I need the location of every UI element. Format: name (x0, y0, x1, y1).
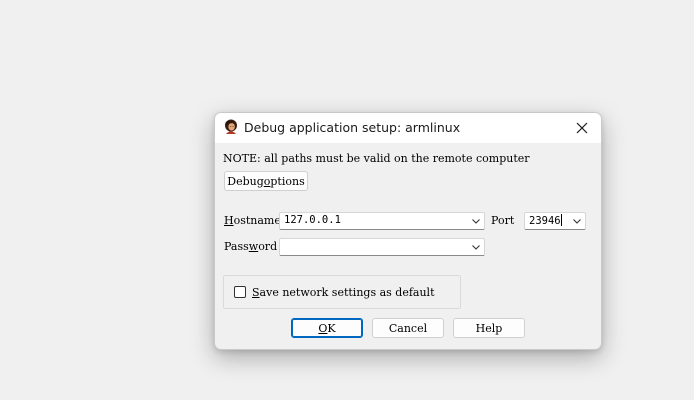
debug-options-mnemonic: o (263, 174, 271, 188)
cancel-button[interactable]: Cancel (372, 318, 444, 338)
title-bar[interactable]: Debug application setup: armlinux (215, 113, 601, 143)
debug-options-label-pre: Debug (227, 174, 264, 188)
help-button[interactable]: Help (453, 318, 525, 338)
paths-note: NOTE: all paths must be valid on the rem… (223, 152, 530, 165)
port-label: Port (491, 214, 515, 227)
save-default-label-post: ave network settings as default (259, 286, 435, 299)
port-value-wrap: 23946 (529, 214, 562, 227)
ida-debugger-portrait-icon (225, 119, 237, 134)
chevron-down-icon[interactable] (572, 216, 582, 226)
password-label-pre: Pass (224, 240, 249, 253)
password-combobox[interactable] (279, 238, 485, 256)
debug-options-label-post: ptions (270, 174, 305, 188)
debug-setup-dialog: Debug application setup: armlinux NOTE: … (214, 112, 602, 350)
password-label-mnemonic: w (248, 240, 259, 253)
hostname-combobox[interactable]: 127.0.0.1 (279, 212, 485, 230)
window-title: Debug application setup: armlinux (244, 120, 461, 135)
save-default-checkbox[interactable] (234, 286, 246, 298)
ok-mnemonic: O (318, 321, 328, 335)
port-combobox[interactable]: 23946 (524, 212, 586, 230)
close-button[interactable] (569, 116, 595, 140)
password-label: Password (224, 240, 277, 253)
hostname-value: 127.0.0.1 (284, 214, 341, 226)
hostname-label-mnemonic: H (224, 214, 234, 227)
save-default-label[interactable]: Save network settings as default (252, 286, 434, 299)
hostname-label-post: ostname (233, 214, 281, 227)
save-default-mnemonic: S (252, 286, 260, 299)
save-settings-group: Save network settings as default (223, 275, 461, 309)
chevron-down-icon[interactable] (471, 242, 481, 252)
hostname-label: Hostname (224, 214, 281, 227)
close-icon (576, 122, 588, 134)
chevron-down-icon[interactable] (471, 216, 481, 226)
password-label-post: ord (258, 240, 278, 253)
ok-label-post: K (327, 321, 336, 335)
port-value: 23946 (529, 215, 561, 227)
debug-options-button[interactable]: Debug o ptions (224, 171, 308, 191)
ok-button[interactable]: OK (291, 318, 363, 338)
text-caret (560, 214, 562, 226)
